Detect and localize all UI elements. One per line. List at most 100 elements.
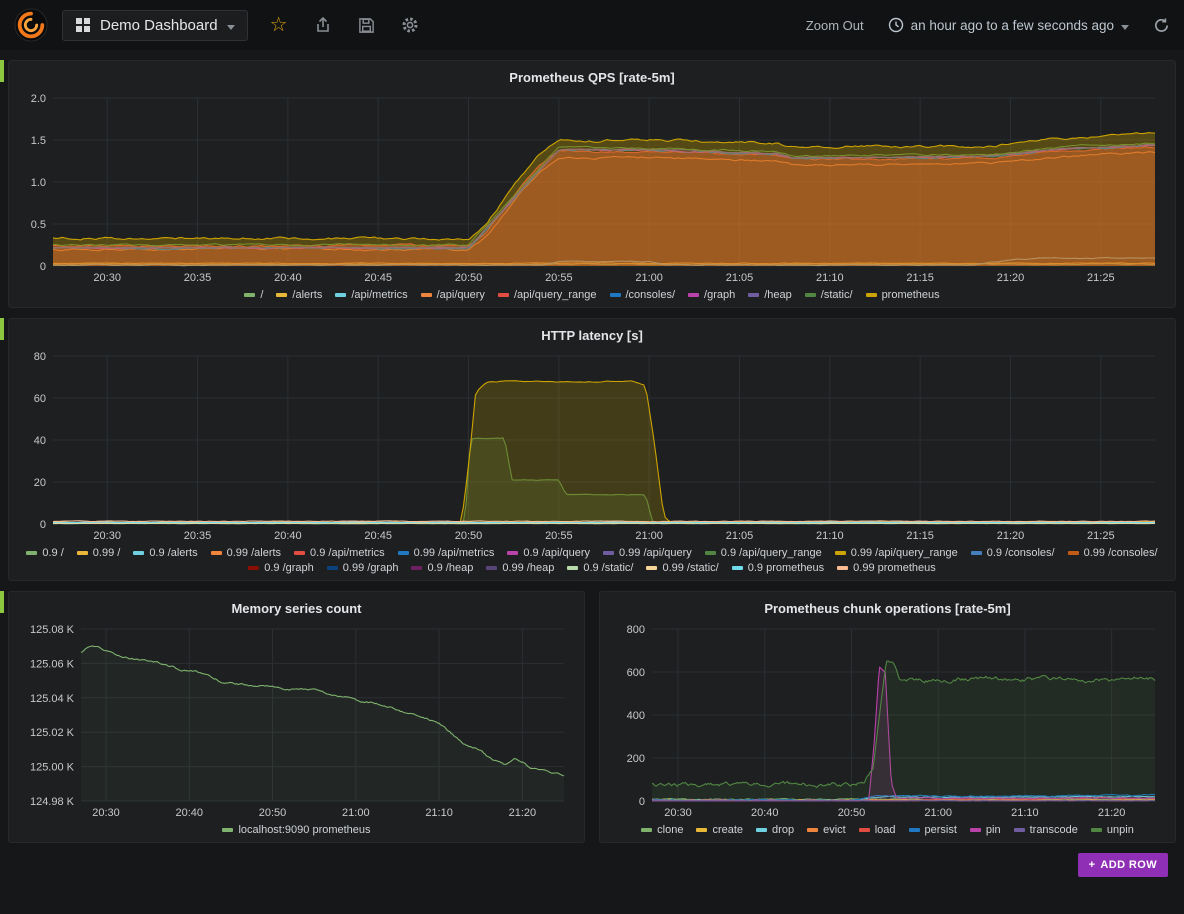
settings-gear-icon[interactable]	[401, 16, 419, 34]
panel-title[interactable]: Prometheus chunk operations [rate-5m]	[608, 594, 1167, 621]
svg-text:21:00: 21:00	[635, 530, 663, 542]
legend-item[interactable]: drop	[756, 824, 794, 836]
legend-item[interactable]: 0.9 /alerts	[133, 547, 197, 559]
qps-plot[interactable]: 00.51.01.52.020:3020:3520:4020:4520:5020…	[17, 90, 1167, 286]
svg-text:80: 80	[34, 351, 46, 363]
svg-text:400: 400	[627, 710, 645, 722]
legend-swatch	[1091, 828, 1102, 832]
legend-item[interactable]: 0.9 /api/query	[507, 547, 590, 559]
row-collapse-tab[interactable]	[0, 591, 4, 613]
chunk-ops-plot[interactable]: 020040060080020:3020:4020:5021:0021:1021…	[608, 621, 1167, 821]
legend-label: localhost:9090 prometheus	[238, 824, 370, 836]
legend-item[interactable]: transcode	[1014, 824, 1078, 836]
legend-item[interactable]: /api/query	[421, 289, 485, 301]
svg-text:21:20: 21:20	[997, 530, 1025, 542]
legend-label: pin	[986, 824, 1001, 836]
svg-text:2.0: 2.0	[31, 93, 46, 105]
svg-text:0: 0	[40, 519, 46, 531]
legend-item[interactable]: create	[696, 824, 743, 836]
legend-item[interactable]: 0.99 /	[77, 547, 121, 559]
svg-text:125.06 K: 125.06 K	[30, 658, 75, 670]
legend-swatch	[805, 293, 816, 297]
refresh-icon[interactable]	[1153, 17, 1170, 34]
legend-swatch	[421, 293, 432, 297]
legend-item[interactable]: /api/metrics	[335, 289, 407, 301]
legend-swatch	[1068, 551, 1079, 555]
legend-item[interactable]: 0.9 /graph	[248, 562, 314, 574]
legend-item[interactable]: 0.9 /api/query_range	[705, 547, 822, 559]
grafana-logo[interactable]	[14, 8, 48, 42]
legend-item[interactable]: evict	[807, 824, 846, 836]
legend-item[interactable]: unpin	[1091, 824, 1134, 836]
save-icon[interactable]	[358, 17, 375, 34]
svg-text:21:20: 21:20	[997, 272, 1025, 284]
legend-item[interactable]: 0.99 /api/query_range	[835, 547, 958, 559]
legend-item[interactable]: 0.9 /api/metrics	[294, 547, 385, 559]
legend-swatch	[498, 293, 509, 297]
legend-item[interactable]: /api/query_range	[498, 289, 597, 301]
legend-swatch	[696, 828, 707, 832]
panel-title[interactable]: Prometheus QPS [rate-5m]	[17, 63, 1167, 90]
legend-label: 0.99 /api/query	[619, 547, 692, 559]
svg-text:20:40: 20:40	[274, 530, 302, 542]
legend-item[interactable]: /static/	[805, 289, 853, 301]
svg-text:60: 60	[34, 393, 46, 405]
share-icon[interactable]	[314, 16, 332, 34]
legend-item[interactable]: 0.9 /static/	[567, 562, 633, 574]
legend-label: 0.99 /api/metrics	[414, 547, 495, 559]
legend-item[interactable]: pin	[970, 824, 1001, 836]
panel-title[interactable]: Memory series count	[17, 594, 576, 621]
legend-label: persist	[925, 824, 957, 836]
legend-item[interactable]: 0.9 /	[26, 547, 63, 559]
legend-label: load	[875, 824, 896, 836]
svg-text:125.04 K: 125.04 K	[30, 693, 75, 705]
time-range-picker[interactable]: an hour ago to a few seconds ago	[888, 17, 1129, 33]
dashboard-row-qps: Prometheus QPS [rate-5m] 00.51.01.52.020…	[8, 60, 1176, 308]
legend-label: 0.99 /	[93, 547, 121, 559]
svg-text:200: 200	[627, 753, 645, 765]
legend-item[interactable]: 0.99 /consoles/	[1068, 547, 1158, 559]
star-icon[interactable]: ☆	[270, 15, 288, 35]
legend-item[interactable]: 0.99 /api/query	[603, 547, 692, 559]
legend-item[interactable]: /alerts	[276, 289, 322, 301]
zoom-out-button[interactable]: Zoom Out	[806, 18, 864, 33]
memory-plot[interactable]: 124.98 K125.00 K125.02 K125.04 K125.06 K…	[17, 621, 576, 821]
clock-icon	[888, 17, 904, 33]
memory-legend: localhost:9090 prometheus	[17, 821, 576, 836]
svg-text:21:00: 21:00	[924, 807, 952, 819]
legend-item[interactable]: persist	[909, 824, 957, 836]
latency-plot[interactable]: 02040608020:3020:3520:4020:4520:5020:552…	[17, 348, 1167, 544]
legend-item[interactable]: localhost:9090 prometheus	[222, 824, 370, 836]
svg-text:125.00 K: 125.00 K	[30, 762, 75, 774]
legend-item[interactable]: 0.99 /graph	[327, 562, 399, 574]
dashboard-switcher-button[interactable]: Demo Dashboard	[62, 10, 248, 41]
svg-text:0: 0	[639, 796, 645, 808]
legend-label: /heap	[764, 289, 792, 301]
svg-text:21:10: 21:10	[816, 530, 844, 542]
caret-down-icon	[227, 25, 235, 30]
legend-item[interactable]: /heap	[748, 289, 792, 301]
legend-item[interactable]: /consoles/	[610, 289, 676, 301]
row-collapse-tab[interactable]	[0, 60, 4, 82]
legend-item[interactable]: /	[244, 289, 263, 301]
legend-item[interactable]: prometheus	[866, 289, 940, 301]
legend-item[interactable]: 0.99 /static/	[646, 562, 718, 574]
legend-item[interactable]: clone	[641, 824, 683, 836]
legend-item[interactable]: /graph	[688, 289, 735, 301]
svg-text:21:10: 21:10	[1011, 807, 1039, 819]
legend-item[interactable]: 0.9 /consoles/	[971, 547, 1055, 559]
row-collapse-tab[interactable]	[0, 318, 4, 340]
svg-text:21:00: 21:00	[342, 807, 370, 819]
legend-item[interactable]: 0.9 prometheus	[732, 562, 824, 574]
svg-text:20:50: 20:50	[838, 807, 866, 819]
legend-item[interactable]: load	[859, 824, 896, 836]
legend-item[interactable]: 0.9 /heap	[411, 562, 473, 574]
legend-item[interactable]: 0.99 /api/metrics	[398, 547, 495, 559]
legend-label: 0.99 /api/query_range	[851, 547, 958, 559]
legend-item[interactable]: 0.99 /alerts	[211, 547, 281, 559]
add-row-button[interactable]: + ADD ROW	[1078, 853, 1168, 877]
legend-item[interactable]: 0.99 prometheus	[837, 562, 936, 574]
svg-text:800: 800	[627, 624, 645, 636]
legend-item[interactable]: 0.99 /heap	[486, 562, 554, 574]
panel-title[interactable]: HTTP latency [s]	[17, 321, 1167, 348]
